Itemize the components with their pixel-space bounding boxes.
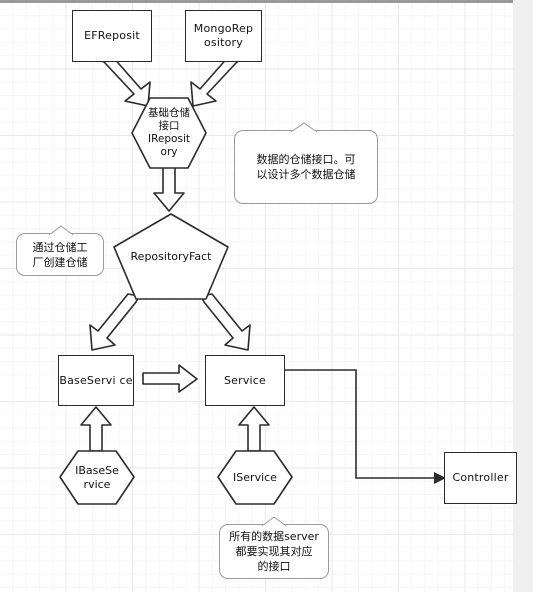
note-service-text: 所有的数据server 都要实现其对应 的接口: [229, 530, 319, 573]
node-iservice[interactable]: IService: [217, 450, 293, 505]
node-controller[interactable]: Controller: [444, 452, 517, 504]
node-base-service[interactable]: BaseServi ce: [58, 355, 134, 406]
note-repository[interactable]: 数据的仓储接口。可 以设计多个数据仓储: [234, 130, 378, 204]
node-ibase-service[interactable]: IBaseSe rvice: [59, 450, 135, 505]
note-repository-text: 数据的仓储接口。可 以设计多个数据仓储: [256, 153, 356, 181]
node-service-label: Service: [223, 373, 267, 387]
node-ef-repository-label: EFReposit: [84, 29, 140, 42]
node-base-service-label: BaseServi ce: [59, 373, 133, 387]
canvas-top-edge: [0, 0, 513, 3]
node-ef-repository[interactable]: EFReposit: [72, 10, 152, 62]
node-repository-factory[interactable]: RepositoryFact: [112, 213, 230, 301]
note-factory[interactable]: 通过仓储工 厂创建仓储: [16, 233, 104, 276]
note-factory-text: 通过仓储工 厂创建仓储: [32, 240, 88, 269]
node-service[interactable]: Service: [205, 355, 285, 406]
node-mongo-repository[interactable]: MongoRep ository: [185, 10, 262, 62]
diagram-canvas: EFReposit MongoRep ository 基础仓储 接口 IRepo…: [0, 0, 533, 592]
node-mongo-repository-label: MongoRep ository: [193, 22, 254, 49]
node-controller-label: Controller: [452, 471, 509, 484]
note-service[interactable]: 所有的数据server 都要实现其对应 的接口: [219, 524, 329, 579]
node-irepository[interactable]: 基础仓储 接口 IReposit ory: [131, 97, 207, 169]
